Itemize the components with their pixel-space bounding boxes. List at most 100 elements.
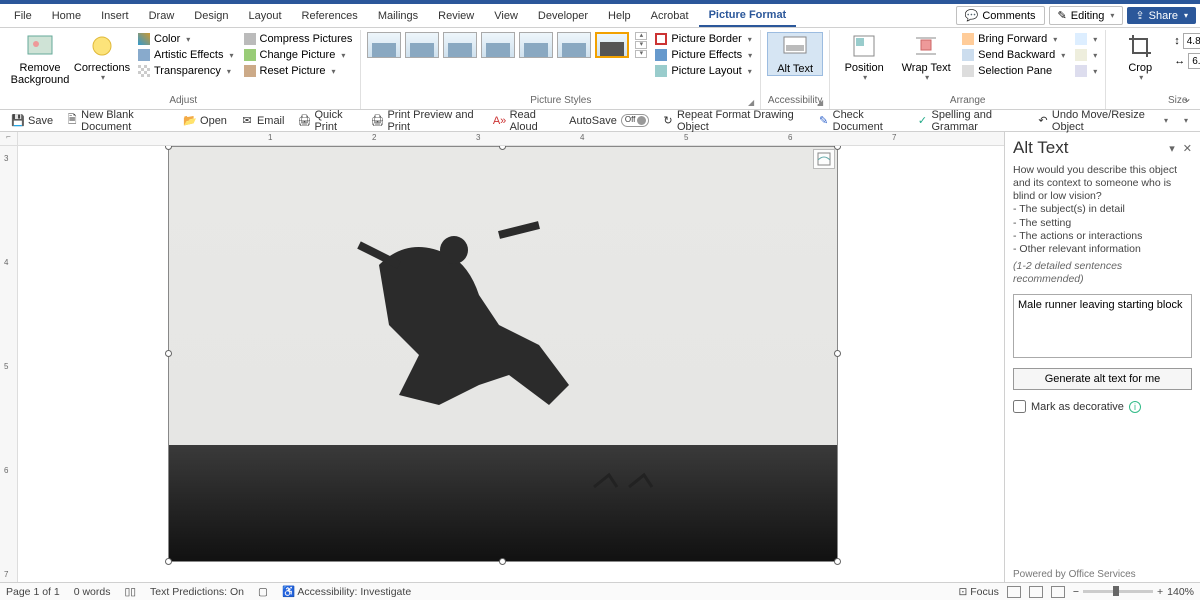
zoom-value[interactable]: 140% [1167,586,1194,598]
gallery-scroll[interactable]: ▴▾▾ [635,32,647,58]
remove-background-button[interactable]: Remove Background [12,32,68,86]
view-read-mode[interactable] [1007,586,1021,598]
tab-help[interactable]: Help [598,6,641,26]
qat-read-aloud[interactable]: A»Read Aloud [488,107,562,135]
vertical-ruler[interactable]: 3 4 5 6 7 [0,146,18,586]
width-input[interactable] [1188,53,1200,69]
alt-text-input[interactable] [1013,294,1192,358]
tab-mailings[interactable]: Mailings [368,6,428,26]
wrap-text-button[interactable]: Wrap Text▾ [898,32,954,83]
style-thumb[interactable] [367,32,401,58]
tab-acrobat[interactable]: Acrobat [641,6,699,26]
alt-text-button[interactable]: Alt Text [767,32,823,76]
tab-draw[interactable]: Draw [139,6,185,26]
qat-check-document[interactable]: ✎Check Document [813,107,910,135]
transparency-menu[interactable]: Transparency▾ [136,64,236,78]
layout-options-button[interactable] [813,149,835,169]
view-web-layout[interactable] [1051,586,1065,598]
style-thumb[interactable] [481,32,515,58]
resize-handle[interactable] [165,350,172,357]
pane-options-button[interactable]: ▾ [1169,142,1175,155]
tab-review[interactable]: Review [428,6,484,26]
status-predictions[interactable]: Text Predictions: On [150,586,244,598]
resize-handle[interactable] [165,146,172,150]
resize-handle[interactable] [834,350,841,357]
bring-forward-button[interactable]: Bring Forward▾ [960,32,1067,46]
tab-references[interactable]: References [292,6,368,26]
artistic-effects-menu[interactable]: Artistic Effects▾ [136,48,236,62]
document-canvas[interactable] [18,146,1004,586]
resize-handle[interactable] [165,558,172,565]
group-menu[interactable]: ▾ [1073,48,1099,62]
qat-undo[interactable]: ↶Undo Move/Resize Object▾ [1032,107,1174,135]
qat-repeat[interactable]: ↻Repeat Format Drawing Object [657,107,811,135]
dialog-launcher-icon[interactable]: ◢ [748,98,754,107]
dialog-launcher-icon[interactable]: ◢ [817,98,823,107]
mark-decorative-checkbox[interactable] [1013,400,1026,413]
width-field[interactable]: ↔ ▴▾ [1174,53,1200,69]
change-picture-menu[interactable]: Change Picture▾ [242,48,355,62]
picture-styles-gallery[interactable]: ▴▾▾ [367,32,647,58]
picture-border-menu[interactable]: Picture Border▾ [653,32,754,46]
height-input[interactable] [1183,33,1200,49]
selected-picture[interactable] [168,146,838,562]
color-menu[interactable]: Color▾ [136,32,236,46]
info-icon[interactable]: i [1129,401,1141,413]
corrections-button[interactable]: Corrections▾ [74,32,130,83]
qat-print-preview[interactable]: 🖨Print Preview and Print [365,107,485,135]
style-thumb-selected[interactable] [595,32,629,58]
qat-new[interactable]: 🗎New Blank Document [61,107,176,135]
qat-spelling[interactable]: ✓Spelling and Grammar [911,107,1030,135]
reset-picture-menu[interactable]: Reset Picture▾ [242,64,355,78]
resize-handle[interactable] [834,558,841,565]
status-page[interactable]: Page 1 of 1 [6,586,60,598]
tab-design[interactable]: Design [184,6,238,26]
share-button[interactable]: ⇪Share▾ [1127,7,1196,24]
status-words[interactable]: 0 words [74,586,111,598]
qat-open[interactable]: 📂Open [178,113,233,129]
qat-save[interactable]: 💾Save [6,113,59,129]
generate-alt-text-button[interactable]: Generate alt text for me [1013,368,1192,390]
horizontal-ruler[interactable]: 1 2 3 4 5 6 7 [18,132,1004,146]
style-thumb[interactable] [557,32,591,58]
picture-effects-menu[interactable]: Picture Effects▾ [653,48,754,62]
comments-button[interactable]: 💬Comments [956,6,1045,25]
style-thumb[interactable] [519,32,553,58]
status-accessibility[interactable]: ♿ Accessibility: Investigate [282,585,411,598]
selection-pane-button[interactable]: Selection Pane [960,64,1067,78]
style-thumb[interactable] [443,32,477,58]
tab-layout[interactable]: Layout [239,6,292,26]
picture-layout-menu[interactable]: Picture Layout▾ [653,64,754,78]
send-backward-button[interactable]: Send Backward▾ [960,48,1067,62]
resize-handle[interactable] [834,146,841,150]
height-field[interactable]: ↕ ▴▾ [1174,33,1200,49]
tab-picture-format[interactable]: Picture Format [699,5,797,27]
qat-autosave[interactable]: AutoSave Off [563,112,655,129]
pane-close-button[interactable]: ✕ [1183,142,1192,155]
tab-insert[interactable]: Insert [91,6,139,26]
resize-handle[interactable] [499,146,506,150]
align-menu[interactable]: ▾ [1073,32,1099,46]
qat-overflow[interactable]: ▾ [1176,114,1194,127]
qat-quick-print[interactable]: 🖨Quick Print [292,107,363,135]
resize-handle[interactable] [499,558,506,565]
autosave-toggle[interactable]: Off [621,114,649,127]
compress-pictures-button[interactable]: Compress Pictures [242,32,355,46]
style-thumb[interactable] [405,32,439,58]
view-print-layout[interactable] [1029,586,1043,598]
collapse-ribbon-button[interactable]: ⌄ [1182,91,1192,105]
crop-button[interactable]: Crop▾ [1112,32,1168,83]
position-button[interactable]: Position▾ [836,32,892,83]
tab-view[interactable]: View [484,6,528,26]
tab-developer[interactable]: Developer [528,6,598,26]
zoom-control[interactable]: − + 140% [1073,586,1194,598]
zoom-slider[interactable] [1083,590,1153,593]
status-macro-icon[interactable]: ▢ [258,586,268,598]
zoom-in-button[interactable]: + [1157,586,1163,598]
status-book-icon[interactable]: ▯▯ [124,586,136,598]
tab-file[interactable]: File [4,6,42,26]
zoom-out-button[interactable]: − [1073,586,1079,598]
tab-home[interactable]: Home [42,6,91,26]
rotate-menu[interactable]: ▾ [1073,64,1099,78]
qat-email[interactable]: ✉Email [235,113,291,129]
